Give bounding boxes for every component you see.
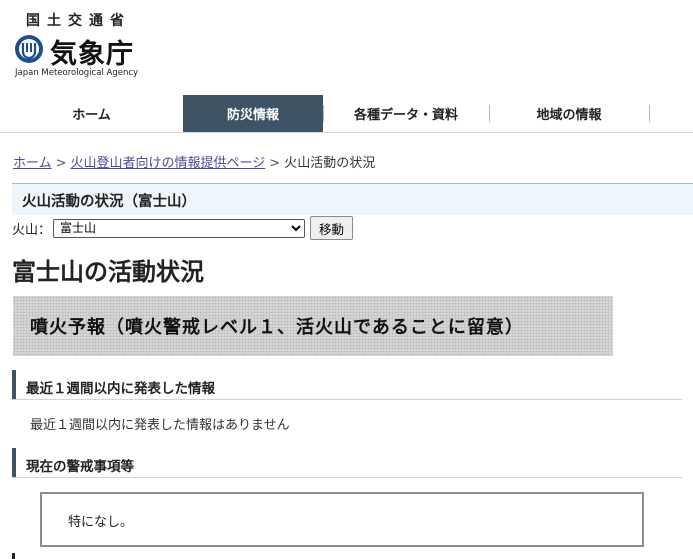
agency-name[interactable]: 気象庁 [50,32,134,71]
warnings-text: 特になし。 [68,515,134,530]
nav-item-data[interactable]: 各種データ・資料 [323,95,489,132]
nav-item-label: 各種データ・資料 [353,108,458,123]
eruption-forecast-text: 噴火予報（噴火警戒レベル１、活火山であることに留意） [30,317,524,338]
nav-item-disaster-info[interactable]: 防災情報 [183,95,323,132]
breadcrumb-volcano-link[interactable]: 火山登山者向けの情報提供ページ [71,156,266,171]
volcano-select[interactable]: 富士山 [53,218,306,238]
warnings-header: 現在の警戒事項等 [12,448,682,478]
nav-item-regional[interactable]: 地域の情報 [489,95,649,132]
recent-info-header: 最近１週間以内に発表した情報 [12,370,682,400]
move-button[interactable]: 移動 [310,216,354,240]
breadcrumb: ホーム > 火山登山者向けの情報提供ページ > 火山活動の状況 [13,152,375,171]
page-title: 富士山の活動状況 [12,258,204,286]
breadcrumb-home-link[interactable]: ホーム [13,156,52,171]
volcano-selector: 火山： 富士山 移動 [12,216,354,240]
site-header: 国土交通省 気象庁 Japan Meteorological Agency [0,0,693,95]
warnings-title: 現在の警戒事項等 [26,459,134,475]
nav-item-label: 防災情報 [226,108,279,123]
breadcrumb-separator: > [269,156,281,171]
nav-item-label: 地域の情報 [536,108,602,123]
volcano-select-label: 火山： [12,222,52,238]
section-title-box: 火山活動の状況（富士山） [12,183,693,215]
section-title: 火山活動の状況（富士山） [22,194,196,210]
eruption-forecast-banner: 噴火予報（噴火警戒レベル１、活火山であることに留意） [13,296,613,356]
breadcrumb-separator: > [55,156,67,171]
nav-item-label: ホーム [72,108,111,123]
recent-info-title: 最近１週間以内に発表した情報 [26,381,215,397]
section-marker [12,553,15,559]
agency-name-en: Japan Meteorological Agency [15,68,139,78]
nav-spacer [649,95,693,132]
recent-info-text: 最近１週間以内に発表した情報はありません [30,418,290,433]
warnings-box: 特になし。 [40,492,644,547]
main-nav: ホーム 防災情報 各種データ・資料 地域の情報 [0,95,693,133]
nav-item-home[interactable]: ホーム [0,95,183,132]
ministry-name: 国土交通省 [26,13,131,29]
breadcrumb-current: 火山活動の状況 [284,156,376,171]
jma-logo-icon[interactable] [14,34,44,64]
